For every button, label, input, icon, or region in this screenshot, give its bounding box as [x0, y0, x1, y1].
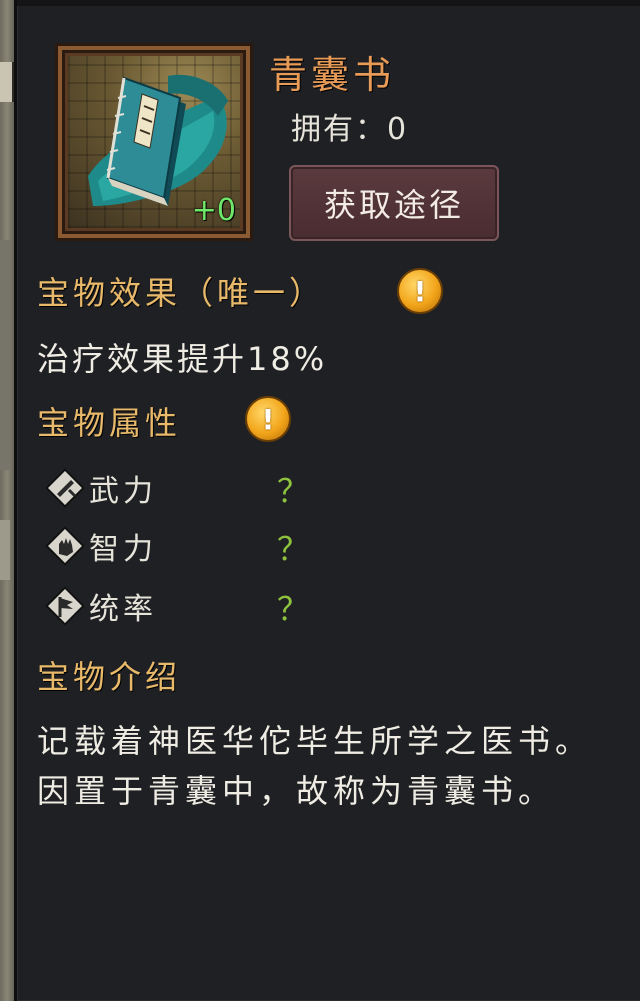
attribute-row-intellect: 智力 ？: [45, 524, 445, 570]
owned-label: 拥有: [291, 112, 355, 147]
attribute-label: 武力: [89, 474, 157, 509]
item-level: +0: [191, 193, 236, 228]
intro-heading: 宝物介绍: [37, 658, 182, 696]
attributes-heading: 宝物属性: [37, 404, 182, 442]
obtain-source-button[interactable]: 获取途径: [289, 165, 499, 241]
obtain-source-label: 获取途径: [323, 186, 464, 224]
attribute-row-force: 武力 ？: [45, 466, 445, 512]
intro-text: 记载着神医华佗毕生所学之医书。因置于青囊中，故称为青囊书。: [37, 722, 593, 810]
item-icon: +0: [68, 56, 240, 228]
background-detail: [0, 520, 10, 580]
flag-icon: [45, 586, 85, 626]
effect-heading: 宝物效果（唯一）: [37, 274, 326, 312]
attribute-value: ？: [277, 590, 310, 628]
owned-count: 拥有：0: [291, 104, 408, 148]
item-icon-frame: +0: [55, 43, 253, 241]
panel-edge: [17, 0, 640, 6]
treasure-info-panel: +0 青囊书 拥有：0 获取途径 宝物效果（唯一） ! 治疗效果提升18% 宝物…: [14, 0, 640, 1001]
effect-text: 治疗效果提升18%: [37, 340, 328, 378]
sword-icon: [45, 468, 85, 508]
owned-separator: ：: [355, 112, 387, 147]
item-name: 青囊书: [269, 53, 396, 97]
attributes-info-icon[interactable]: !: [245, 396, 291, 442]
attribute-row-command: 统率 ？: [45, 584, 445, 630]
background-detail: [0, 240, 10, 470]
attribute-label: 智力: [89, 532, 157, 567]
effect-info-icon[interactable]: !: [397, 268, 443, 314]
owned-value: 0: [387, 112, 409, 147]
hand-icon: [45, 526, 85, 566]
attribute-value: ？: [277, 472, 310, 510]
attribute-value: ？: [277, 530, 310, 568]
background-detail: [0, 62, 14, 102]
attribute-label: 统率: [89, 592, 157, 627]
